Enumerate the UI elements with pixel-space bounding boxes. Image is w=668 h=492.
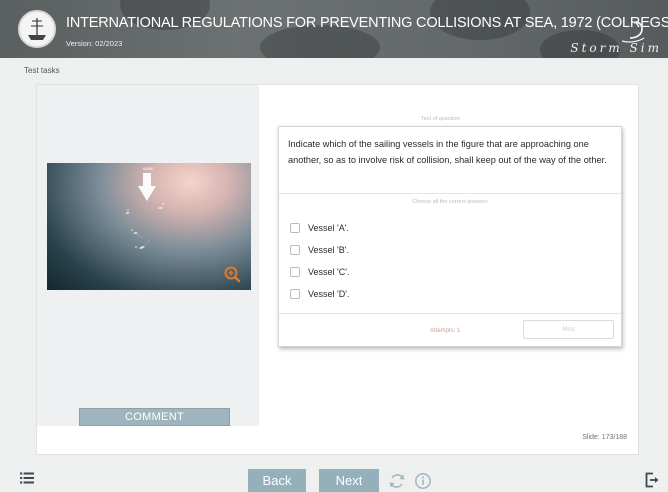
checkbox-a[interactable] [290,223,300,233]
question-caption: Text of question: [421,116,462,122]
answer-option-a[interactable]: Vessel 'A'. [290,223,349,233]
answer-label-a: Vessel 'A'. [308,223,349,233]
info-icon[interactable] [414,472,432,490]
menu-icon[interactable] [20,472,34,484]
slide-counter: Slide: 173/188 [582,434,627,441]
answer-label-c: Vessel 'C'. [308,267,350,277]
vessel-b: B [157,202,164,209]
app-logo [18,10,56,48]
checkbox-b[interactable] [290,245,300,255]
back-button[interactable]: Back [248,469,306,492]
divider [279,313,621,314]
zoom-icon[interactable] [224,266,241,283]
version-label: Version: 02/2023 [66,39,123,48]
wind-arrow-icon [138,173,156,201]
answer-label-d: Vessel 'D'. [308,289,350,299]
question-figure[interactable]: WIND A B C D [47,163,251,290]
checkbox-d[interactable] [290,289,300,299]
figure-overlay: WIND A B C D [125,166,241,283]
task-card: WIND A B C D COMMENT Text of question: I… [36,84,639,455]
answer-instruction: Choose all the correct answers [412,199,488,205]
comment-button[interactable]: COMMENT [79,408,230,426]
brand-name: Storm Sim [570,41,662,55]
answer-option-d[interactable]: Vessel 'D'. [290,289,349,299]
breadcrumb: Test tasks [24,66,60,75]
miss-button[interactable]: Miss [523,320,614,339]
app-header: INTERNATIONAL REGULATIONS FOR PREVENTING… [0,0,668,58]
divider [279,193,621,194]
answer-option-b[interactable]: Vessel 'B'. [290,245,349,255]
vessel-b-label: B [162,202,164,206]
answer-option-c[interactable]: Vessel 'C'. [290,267,349,277]
vessel-d-label: D [135,245,138,249]
vessel-c-label: C [131,228,134,232]
vessel-d: D [135,238,152,249]
vessel-a-label: A [127,208,129,212]
attempts-counter: Attempts: 1 [430,328,461,334]
wind-label: WIND [143,166,154,171]
answer-label-b: Vessel 'B'. [308,245,349,255]
exit-icon[interactable] [645,472,659,488]
question-text: Indicate which of the sailing vessels in… [288,139,607,165]
vessel-c: C [131,228,144,239]
ship-logo-icon [28,18,46,40]
question-box: Indicate which of the sailing vessels in… [278,126,622,347]
vessel-a: A [125,208,130,214]
figure-pane: WIND A B C D COMMENT [37,85,259,426]
next-button[interactable]: Next [319,469,379,492]
checkbox-c[interactable] [290,267,300,277]
reload-icon[interactable] [388,472,406,490]
